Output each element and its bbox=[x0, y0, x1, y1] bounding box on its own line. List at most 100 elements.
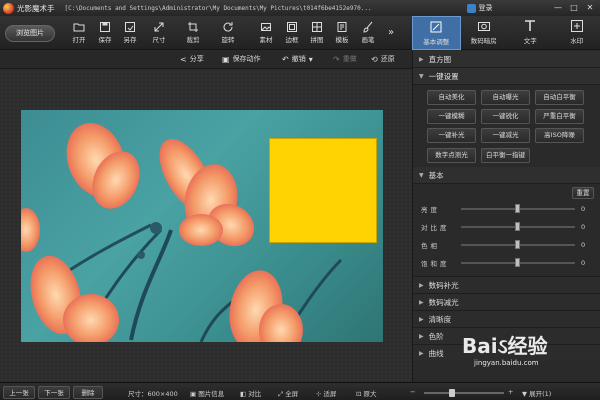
chevron-right-icon: ▶ bbox=[419, 55, 424, 63]
fill-light-section[interactable]: ▶ 数码补光 bbox=[413, 276, 600, 293]
tab-basic-adjust-label: 基本调整 bbox=[423, 38, 450, 46]
crop-label: 裁剪 bbox=[186, 36, 200, 44]
save-action-label: 保存动作 bbox=[232, 55, 261, 63]
slider-track[interactable] bbox=[461, 240, 575, 249]
minimize-button[interactable]: — bbox=[552, 3, 564, 13]
severe-white-balance-button[interactable]: 严重白平衡 bbox=[535, 109, 584, 124]
slider-knob[interactable] bbox=[515, 258, 520, 267]
basic-section[interactable]: ▼ 基本 bbox=[413, 167, 600, 184]
crop-button[interactable]: 裁剪 bbox=[178, 19, 208, 47]
restore-icon: ⟲ bbox=[371, 54, 378, 64]
slider-track[interactable] bbox=[461, 258, 575, 267]
image-info-label: 图片信息 bbox=[198, 390, 225, 398]
undo-label: 撤销 bbox=[291, 55, 306, 63]
histogram-section[interactable]: ▶ 直方图 bbox=[413, 51, 600, 68]
fit-screen-button[interactable]: ⊹ 适屏 bbox=[316, 388, 337, 398]
tab-text-label: 文字 bbox=[523, 37, 537, 45]
auto-white-balance-button[interactable]: 自动白平衡 bbox=[535, 90, 584, 105]
compare-button[interactable]: ◧ 对比 bbox=[240, 388, 261, 398]
slider-knob[interactable] bbox=[515, 204, 520, 213]
resize-button[interactable]: 尺寸 bbox=[144, 19, 174, 47]
brush-button[interactable]: 画笔 bbox=[353, 19, 383, 47]
fullscreen-button[interactable]: ⤢ 全屏 bbox=[278, 388, 298, 399]
fullscreen-label: 全屏 bbox=[285, 390, 299, 398]
login-button[interactable]: 登录 bbox=[466, 3, 493, 13]
save-as-button[interactable]: 另存 bbox=[115, 19, 145, 47]
share-icon: < bbox=[180, 54, 187, 64]
delete-button[interactable]: 删除 bbox=[73, 386, 103, 399]
yellow-overlay-shape[interactable] bbox=[269, 138, 377, 243]
redo-icon: ↷ bbox=[333, 54, 340, 64]
tab-watermark-label: 水印 bbox=[570, 37, 584, 45]
expand-button[interactable]: ▼ 展开(1) bbox=[522, 388, 551, 398]
panel-tabs: 基本调整 数码暗房 文字 水印 bbox=[412, 16, 600, 50]
tab-watermark[interactable]: 水印 bbox=[554, 16, 600, 50]
app-title: 光影魔术手 bbox=[17, 3, 55, 13]
hue-slider[interactable]: 色相 0 bbox=[421, 240, 591, 250]
zoom-knob[interactable] bbox=[449, 389, 455, 397]
save-action-button[interactable]: ▣ 保存动作 bbox=[222, 54, 261, 64]
contrast-slider[interactable]: 对比度 0 bbox=[421, 222, 591, 232]
expand-label: 展开(1) bbox=[529, 390, 552, 398]
maximize-button[interactable]: □ bbox=[568, 3, 580, 13]
zoom-slider[interactable] bbox=[424, 389, 504, 397]
chevron-right-icon: ▶ bbox=[419, 315, 424, 323]
redo-button[interactable]: ↷ 重做 bbox=[333, 54, 357, 64]
rotate-label: 旋转 bbox=[221, 36, 235, 44]
next-image-button[interactable]: 下一张 bbox=[38, 386, 70, 399]
auto-beautify-button[interactable]: 自动美化 bbox=[427, 90, 476, 105]
reduce-light-section[interactable]: ▶ 数码减光 bbox=[413, 293, 600, 310]
crop-icon bbox=[187, 21, 199, 33]
one-click-buttons-row2: 数字点测光 白平衡一指键 bbox=[413, 145, 600, 167]
brightness-slider[interactable]: 亮度 0 bbox=[421, 204, 591, 214]
tab-basic-adjust[interactable]: 基本调整 bbox=[412, 16, 461, 50]
original-size-button[interactable]: ⊡ 原大 bbox=[356, 388, 377, 398]
folder-icon bbox=[73, 21, 85, 33]
zoom-in-icon[interactable]: + bbox=[508, 388, 513, 396]
action-bar: < 分享 ▣ 保存动作 ↶ 撤销 ▾ ↷ 重做 ⟲ 还原 bbox=[0, 51, 412, 69]
slider-track[interactable] bbox=[461, 222, 575, 231]
chevron-down-icon: ▼ bbox=[419, 171, 424, 179]
rotate-button[interactable]: 旋转 bbox=[213, 19, 243, 47]
white-balance-picker-button[interactable]: 白平衡一指键 bbox=[481, 148, 530, 163]
reduce-light-button[interactable]: 一键减光 bbox=[481, 128, 530, 143]
slider-track[interactable] bbox=[461, 204, 575, 213]
auto-exposure-button[interactable]: 自动曝光 bbox=[481, 90, 530, 105]
slider-knob[interactable] bbox=[515, 240, 520, 249]
collage-icon bbox=[311, 21, 323, 33]
tab-digital-darkroom[interactable]: 数码暗房 bbox=[461, 16, 508, 50]
share-button[interactable]: < 分享 bbox=[180, 54, 204, 64]
high-iso-denoise-button[interactable]: 高ISO降噪 bbox=[535, 128, 584, 143]
share-label: 分享 bbox=[189, 55, 204, 63]
slider-knob[interactable] bbox=[515, 222, 520, 231]
tab-text[interactable]: 文字 bbox=[507, 16, 554, 50]
zoom-out-icon[interactable]: − bbox=[410, 388, 415, 396]
save-as-icon bbox=[124, 21, 136, 33]
reset-button[interactable]: 重置 bbox=[572, 187, 594, 199]
login-label: 登录 bbox=[478, 4, 493, 12]
one-click-section[interactable]: ▼ 一键设置 bbox=[413, 68, 600, 85]
brightness-label: 亮度 bbox=[421, 206, 440, 214]
compare-icon: ◧ bbox=[240, 390, 249, 398]
brightness-value: 0 bbox=[581, 205, 586, 213]
watermark-url: jingyan.baidu.com bbox=[474, 359, 539, 367]
fill-light-button[interactable]: 一键补光 bbox=[427, 128, 476, 143]
spot-metering-button[interactable]: 数字点测光 bbox=[427, 148, 476, 163]
contrast-label: 对比度 bbox=[421, 224, 450, 232]
tab-digital-darkroom-label: 数码暗房 bbox=[470, 37, 497, 45]
clarity-section[interactable]: ▶ 清晰度 bbox=[413, 310, 600, 327]
prev-image-button[interactable]: 上一张 bbox=[3, 386, 35, 399]
restore-button[interactable]: ⟲ 还原 bbox=[371, 54, 395, 64]
watermark-icon bbox=[570, 19, 584, 33]
one-click-blur-button[interactable]: 一键模糊 bbox=[427, 109, 476, 124]
browse-images-button[interactable]: 浏览图片 bbox=[5, 25, 55, 42]
resize-label: 尺寸 bbox=[152, 36, 166, 44]
template-icon bbox=[336, 21, 348, 33]
undo-button[interactable]: ↶ 撤销 ▾ bbox=[282, 54, 313, 64]
close-button[interactable]: ✕ bbox=[584, 3, 596, 13]
template-label: 模板 bbox=[335, 36, 349, 44]
more-tools-button[interactable]: » bbox=[381, 19, 401, 47]
image-info-button[interactable]: ▣ 图片信息 bbox=[190, 388, 224, 398]
one-click-sharpen-button[interactable]: 一键锐化 bbox=[481, 109, 530, 124]
saturation-slider[interactable]: 饱和度 0 bbox=[421, 258, 591, 268]
